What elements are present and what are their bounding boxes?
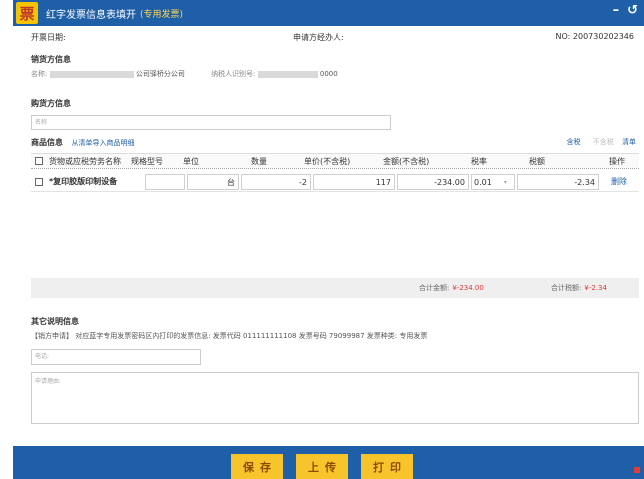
window-controls: – ↺: [613, 3, 638, 18]
invoice-logo-icon: 票: [16, 2, 38, 24]
total-amount-label: 合计金额:: [419, 284, 450, 292]
applicant-label: 申请方经办人:: [293, 33, 344, 42]
table-row: *复印胶版印制设备 台 -2 117 -234.00 0.01 ▾ -2.34 …: [31, 172, 639, 192]
minimize-icon[interactable]: –: [613, 3, 620, 18]
footer-bar: 保存 上传 打印: [13, 446, 644, 479]
row-rate-select[interactable]: 0.01 ▾: [471, 174, 515, 190]
main-content: 开票日期: 申请方经办人: NO: 200730202346 销货方信息 名称:…: [13, 26, 644, 446]
total-tax-value: ¥-2.34: [584, 284, 607, 292]
total-amount-value: ¥-234.00: [452, 284, 484, 292]
row-check-cell: [35, 172, 43, 191]
col-qty: 数量: [251, 156, 267, 166]
total-amount: 合计金额: ¥-234.00: [419, 278, 484, 298]
totals-bar: 合计金额: ¥-234.00 合计税额: ¥-2.34: [31, 278, 639, 298]
total-tax: 合计税额: ¥-2.34: [551, 278, 607, 298]
row-item-name[interactable]: *复印胶版印制设备: [49, 172, 143, 191]
seller-name-line: 名称: 公司驿桥分公司 纳税人识别号: 0000: [31, 69, 338, 79]
row-delete-link[interactable]: 删除: [611, 172, 627, 191]
select-all-cell: [35, 154, 43, 168]
row-amount-input[interactable]: -234.00: [397, 174, 469, 190]
seller-name-suffix: 公司驿桥分公司: [135, 70, 185, 78]
corner-indicator: [634, 467, 640, 473]
tax-inclusive-toggle[interactable]: 含税: [567, 138, 581, 146]
row-price-input[interactable]: 117: [313, 174, 395, 190]
goods-actions: 含税 不含税 清单: [567, 137, 636, 147]
col-amount: 金额(不含税): [383, 156, 430, 166]
seller-taxid-label: 纳税人识别号:: [211, 70, 256, 78]
seller-section-title: 销货方信息: [31, 55, 71, 64]
date-label: 开票日期:: [31, 33, 66, 42]
other-info-title: 其它说明信息: [31, 317, 79, 326]
col-price: 单价(不含税): [304, 156, 351, 166]
footer-buttons: 保存 上传 打印: [231, 454, 413, 479]
row-rate-value: 0.01: [474, 177, 492, 187]
buyer-section-title: 购货方信息: [31, 99, 71, 108]
col-op: 操作: [609, 156, 625, 166]
select-all-checkbox[interactable]: [35, 157, 43, 165]
chevron-down-icon: ▾: [503, 178, 507, 186]
window-subtitle: (专用发票): [140, 9, 184, 20]
save-button[interactable]: 保存: [231, 454, 283, 479]
upload-button[interactable]: 上传: [296, 454, 348, 479]
total-tax-label: 合计税额:: [551, 284, 582, 292]
seller-name-label: 名称:: [31, 70, 48, 78]
row-tax-input[interactable]: -2.34: [517, 174, 599, 190]
reason-textarea[interactable]: 申请理由:: [31, 372, 639, 424]
seller-name-redacted: [49, 70, 134, 78]
goods-section-title: 商品信息: [31, 138, 63, 147]
goods-header: 商品信息 从清单导入商品明细 含税 不含税 清单: [31, 137, 636, 149]
col-tax: 税额: [529, 156, 545, 166]
col-unit: 单位: [183, 156, 199, 166]
header-info-row: 开票日期: 申请方经办人: NO: 200730202346: [31, 32, 634, 46]
print-button[interactable]: 打印: [361, 454, 413, 479]
invoice-number: NO: 200730202346: [555, 32, 634, 41]
window-title: 红字发票信息表填开: [46, 9, 136, 21]
goods-list-button[interactable]: 清单: [622, 138, 636, 146]
goods-table-header: 货物或应税劳务名称 规格型号 单位 数量 单价(不含税) 金额(不含税) 税率 …: [31, 153, 639, 169]
phone-input[interactable]: 电话:: [31, 349, 201, 365]
row-qty-input[interactable]: -2: [241, 174, 311, 190]
seller-taxid-suffix: 0000: [319, 70, 338, 78]
import-goods-link[interactable]: 从清单导入商品明细: [72, 139, 135, 147]
buyer-name-input[interactable]: 名称: [31, 115, 391, 130]
col-name: 货物或应税劳务名称: [49, 156, 121, 166]
row-checkbox[interactable]: [35, 177, 43, 186]
col-spec: 规格型号: [131, 156, 163, 166]
window-titlebar: 票 红字发票信息表填开 (专用发票) – ↺: [13, 0, 644, 26]
other-info-text: 【销方申请】 对应蓝字专用发票密码区内打印的发票信息: 发票代码 0111111…: [31, 332, 428, 340]
seller-taxid-redacted: [257, 70, 318, 78]
row-spec-input[interactable]: [145, 174, 185, 190]
col-rate: 税率: [471, 156, 487, 166]
back-icon[interactable]: ↺: [627, 3, 638, 18]
tax-exclusive-toggle[interactable]: 不含税: [593, 138, 614, 146]
row-unit-input[interactable]: 台: [187, 174, 239, 190]
